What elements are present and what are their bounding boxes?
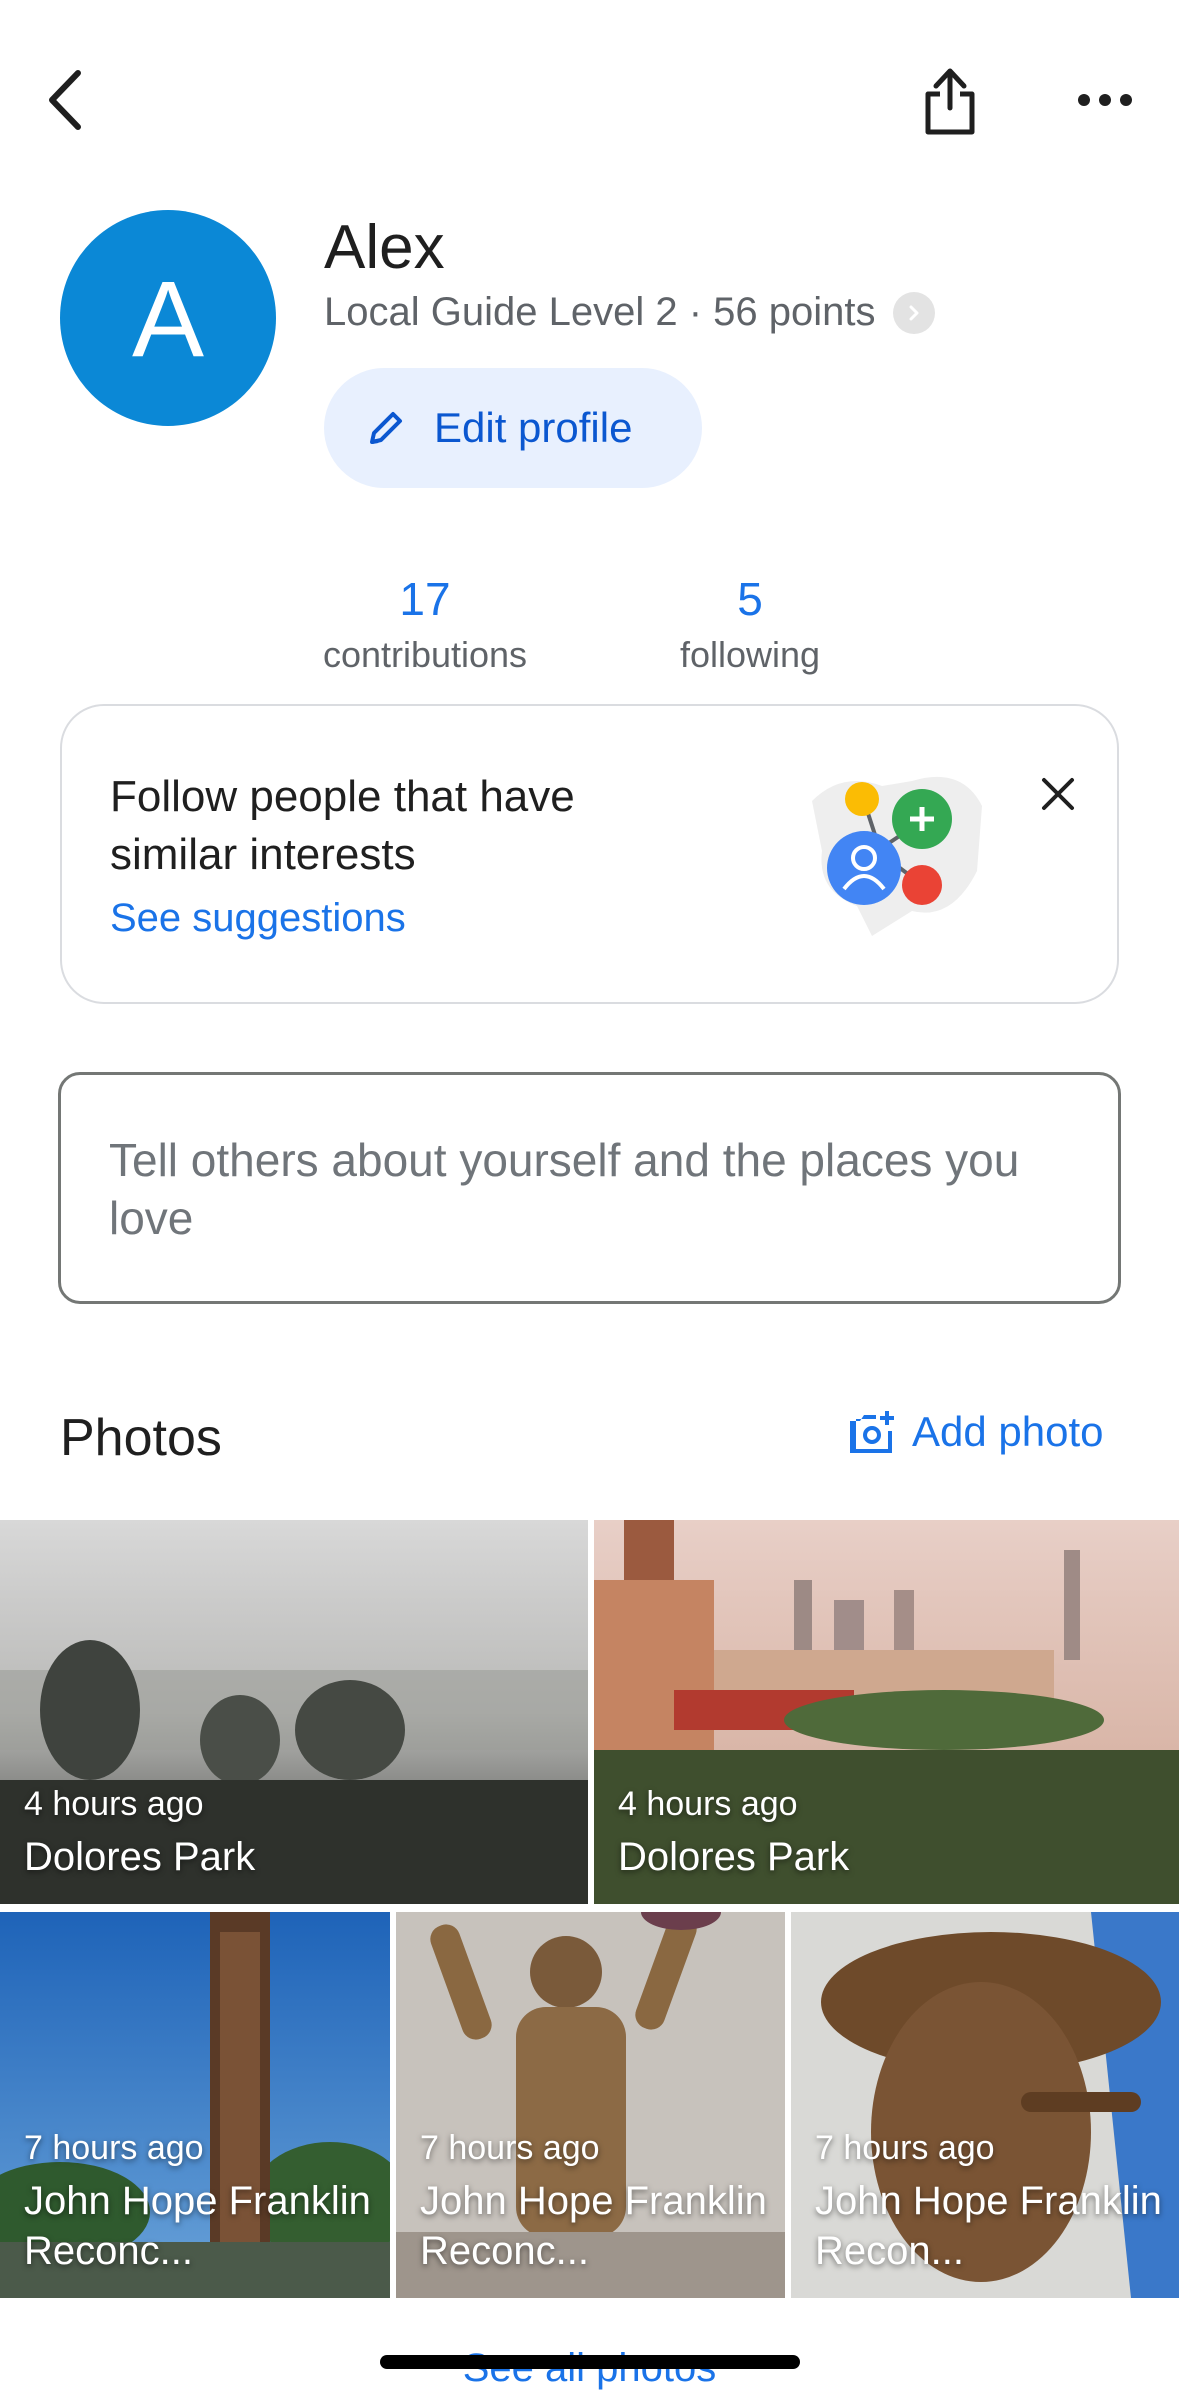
avatar[interactable]: A	[60, 210, 276, 426]
edit-profile-button[interactable]: Edit profile	[324, 368, 702, 488]
chevron-right-icon	[893, 291, 936, 334]
top-bar	[0, 0, 1179, 200]
close-icon	[1042, 778, 1074, 810]
photo-tile[interactable]: 4 hours ago Dolores Park	[594, 1520, 1179, 1904]
edit-profile-label: Edit profile	[434, 404, 633, 451]
local-guide-level-text: Local Guide Level 2 · 56 points	[324, 290, 876, 334]
pencil-icon	[370, 412, 402, 444]
close-card-button[interactable]	[1028, 764, 1088, 824]
follow-suggestions-card: Follow people that have similar interest…	[60, 704, 1119, 1004]
add-photo-icon	[850, 1411, 894, 1453]
photo-time: 7 hours ago	[420, 2129, 600, 2167]
share-button[interactable]	[910, 55, 990, 145]
photo-place: John Hope Franklin Recon...	[815, 2179, 1162, 2273]
photo-place: John Hope Franklin Reconc...	[420, 2179, 767, 2273]
contributions-stat[interactable]: 17 contributions	[310, 572, 540, 676]
about-me-placeholder: Tell others about yourself and the place…	[109, 1134, 1020, 1244]
share-icon	[925, 68, 975, 135]
back-button[interactable]	[30, 55, 100, 145]
photo-tile[interactable]: 7 hours ago John Hope Franklin Reconc...	[0, 1912, 390, 2298]
add-photo-button[interactable]: Add photo	[846, 1408, 1104, 1456]
photo-place: Dolores Park	[618, 1835, 850, 1879]
follow-card-title: Follow people that have similar interest…	[110, 772, 575, 879]
photo-tile[interactable]: 4 hours ago Dolores Park	[0, 1520, 588, 1904]
about-me-field[interactable]: Tell others about yourself and the place…	[58, 1072, 1121, 1304]
photo-time: 4 hours ago	[24, 1785, 204, 1823]
following-label: following	[679, 634, 821, 675]
profile-name: Alex	[324, 213, 445, 282]
photo-caption: 7 hours ago John Hope Franklin Recon...	[815, 2129, 1175, 2276]
avatar-letter: A	[131, 257, 205, 379]
photo-time: 4 hours ago	[618, 1785, 798, 1823]
photo-place: Dolores Park	[24, 1835, 256, 1879]
photo-tile[interactable]: 7 hours ago John Hope Franklin Reconc...	[396, 1912, 785, 2298]
photo-caption: 4 hours ago Dolores Park	[24, 1785, 255, 1882]
see-suggestions-link[interactable]: See suggestions	[110, 896, 406, 941]
people-network-illustration	[812, 776, 982, 936]
photo-tile[interactable]: 7 hours ago John Hope Franklin Recon...	[791, 1912, 1179, 2298]
photo-caption: 4 hours ago Dolores Park	[618, 1785, 849, 1882]
add-photo-label: Add photo	[912, 1408, 1104, 1455]
more-horizontal-icon	[1078, 94, 1132, 106]
photo-time: 7 hours ago	[24, 2129, 204, 2167]
more-options-button[interactable]	[1065, 60, 1145, 140]
chevron-left-icon	[49, 70, 81, 130]
home-indicator[interactable]	[380, 2355, 800, 2369]
photo-time: 7 hours ago	[815, 2129, 995, 2167]
local-guide-level[interactable]: Local Guide Level 2 · 56 points	[324, 290, 936, 335]
photos-section-title: Photos	[60, 1409, 222, 1467]
photo-caption: 7 hours ago John Hope Franklin Reconc...	[24, 2129, 384, 2276]
following-count: 5	[737, 573, 763, 625]
contributions-label: contributions	[322, 634, 528, 675]
contributions-count: 17	[399, 573, 451, 625]
photo-caption: 7 hours ago John Hope Franklin Reconc...	[420, 2129, 780, 2276]
photo-place: John Hope Franklin Reconc...	[24, 2179, 371, 2273]
following-stat[interactable]: 5 following	[660, 572, 840, 676]
